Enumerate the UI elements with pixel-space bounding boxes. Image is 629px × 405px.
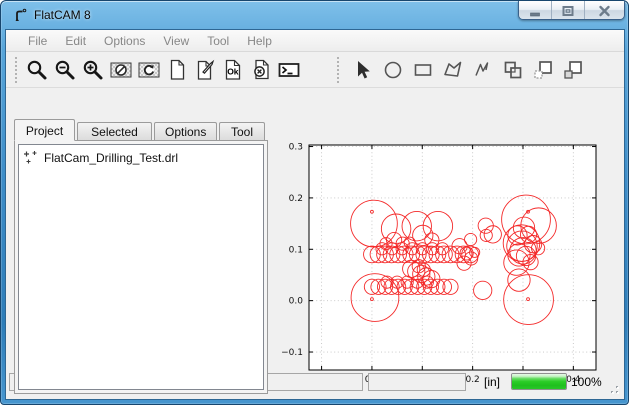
clear-plot-button[interactable] [107,56,135,84]
menubar: File Edit Options View Tool Help [6,30,624,52]
menu-file[interactable]: File [19,31,56,51]
tree-item-label: FlatCam_Drilling_Test.drl [44,151,178,165]
tab-selected[interactable]: Selected [77,122,152,140]
circle-icon [381,58,405,82]
tab-project[interactable]: Project [14,119,75,141]
new-document-icon [165,58,189,82]
progress-bar [511,373,567,390]
editor-button[interactable] [191,56,219,84]
path-tool-button[interactable] [469,56,497,84]
clear-plot-icon [109,58,133,82]
drill-marks-icon [23,150,38,165]
replot-button[interactable] [135,56,163,84]
union-tool-button[interactable] [499,56,527,84]
edit-document-icon [193,58,217,82]
svg-text:0.2: 0.2 [289,194,303,204]
polygon-tool-button[interactable] [439,56,467,84]
move-tool-button[interactable] [559,56,587,84]
toolbar-handle[interactable] [15,57,18,83]
zoom-fit-button[interactable] [23,56,51,84]
copy-objects-icon [531,58,555,82]
menu-options[interactable]: Options [95,31,154,51]
ok-document-icon: Ok [221,58,245,82]
svg-text:Ok: Ok [227,67,239,77]
tab-options[interactable]: Options [154,122,217,140]
svg-text:0.0: 0.0 [289,297,304,307]
menu-help[interactable]: Help [238,31,281,51]
zoom-in-button[interactable] [79,56,107,84]
zoom-fit-icon [25,58,49,82]
terminal-icon [277,58,301,82]
units-label: [in] [484,375,500,389]
project-tab-panel: FlatCam_Drilling_Test.drl [14,140,268,394]
move-objects-icon [561,58,585,82]
circle-tool-button[interactable] [379,56,407,84]
menu-edit[interactable]: Edit [56,31,95,51]
replot-icon [137,58,161,82]
titlebar[interactable]: FlatCAM 8 [1,1,629,30]
close-button[interactable] [585,1,624,20]
rectangle-icon [411,58,435,82]
maximize-icon [562,5,574,17]
rectangle-tool-button[interactable] [409,56,437,84]
tree-item-drill-file[interactable]: FlatCam_Drilling_Test.drl [21,149,261,166]
project-tree[interactable]: FlatCam_Drilling_Test.drl [18,144,264,390]
pointer-icon [351,58,375,82]
client-area: File Edit Options View Tool Help [6,30,624,399]
minimize-button[interactable] [519,1,552,20]
polyline-icon [471,58,495,82]
zoom-out-icon [53,58,77,82]
tab-tool[interactable]: Tool [219,122,265,140]
close-icon [598,5,611,17]
progress-fill [512,374,566,389]
svg-text:0.3: 0.3 [289,143,303,153]
resize-grip[interactable] [606,381,620,395]
status-secondary-box [368,373,466,391]
plot-canvas[interactable]: −0.10.00.10.20.30.4−0.10.00.10.20.3 [273,130,627,396]
caption-buttons [518,1,625,20]
new-geometry-button[interactable] [163,56,191,84]
toolbar: Ok [6,52,624,88]
app-window: FlatCAM 8 File Ed [0,0,629,405]
select-tool-button[interactable] [349,56,377,84]
zoom-out-button[interactable] [51,56,79,84]
zoom-in-icon [81,58,105,82]
progress-percent-label: 100% [571,375,602,389]
menu-tool[interactable]: Tool [198,31,238,51]
delete-document-icon [249,58,273,82]
delete-button[interactable] [247,56,275,84]
union-icon [501,58,525,82]
toolbar-handle[interactable] [337,57,340,83]
polygon-icon [441,58,465,82]
shell-button[interactable] [275,56,303,84]
copy-tool-button[interactable] [529,56,557,84]
menu-view[interactable]: View [154,31,198,51]
flatcam-app-icon [12,7,28,23]
maximize-button[interactable] [552,1,585,20]
minimize-icon [529,5,541,17]
svg-text:0.1: 0.1 [289,245,303,255]
window-title: FlatCAM 8 [34,8,91,22]
svg-text:−0.1: −0.1 [281,348,303,358]
save-object-button[interactable]: Ok [219,56,247,84]
